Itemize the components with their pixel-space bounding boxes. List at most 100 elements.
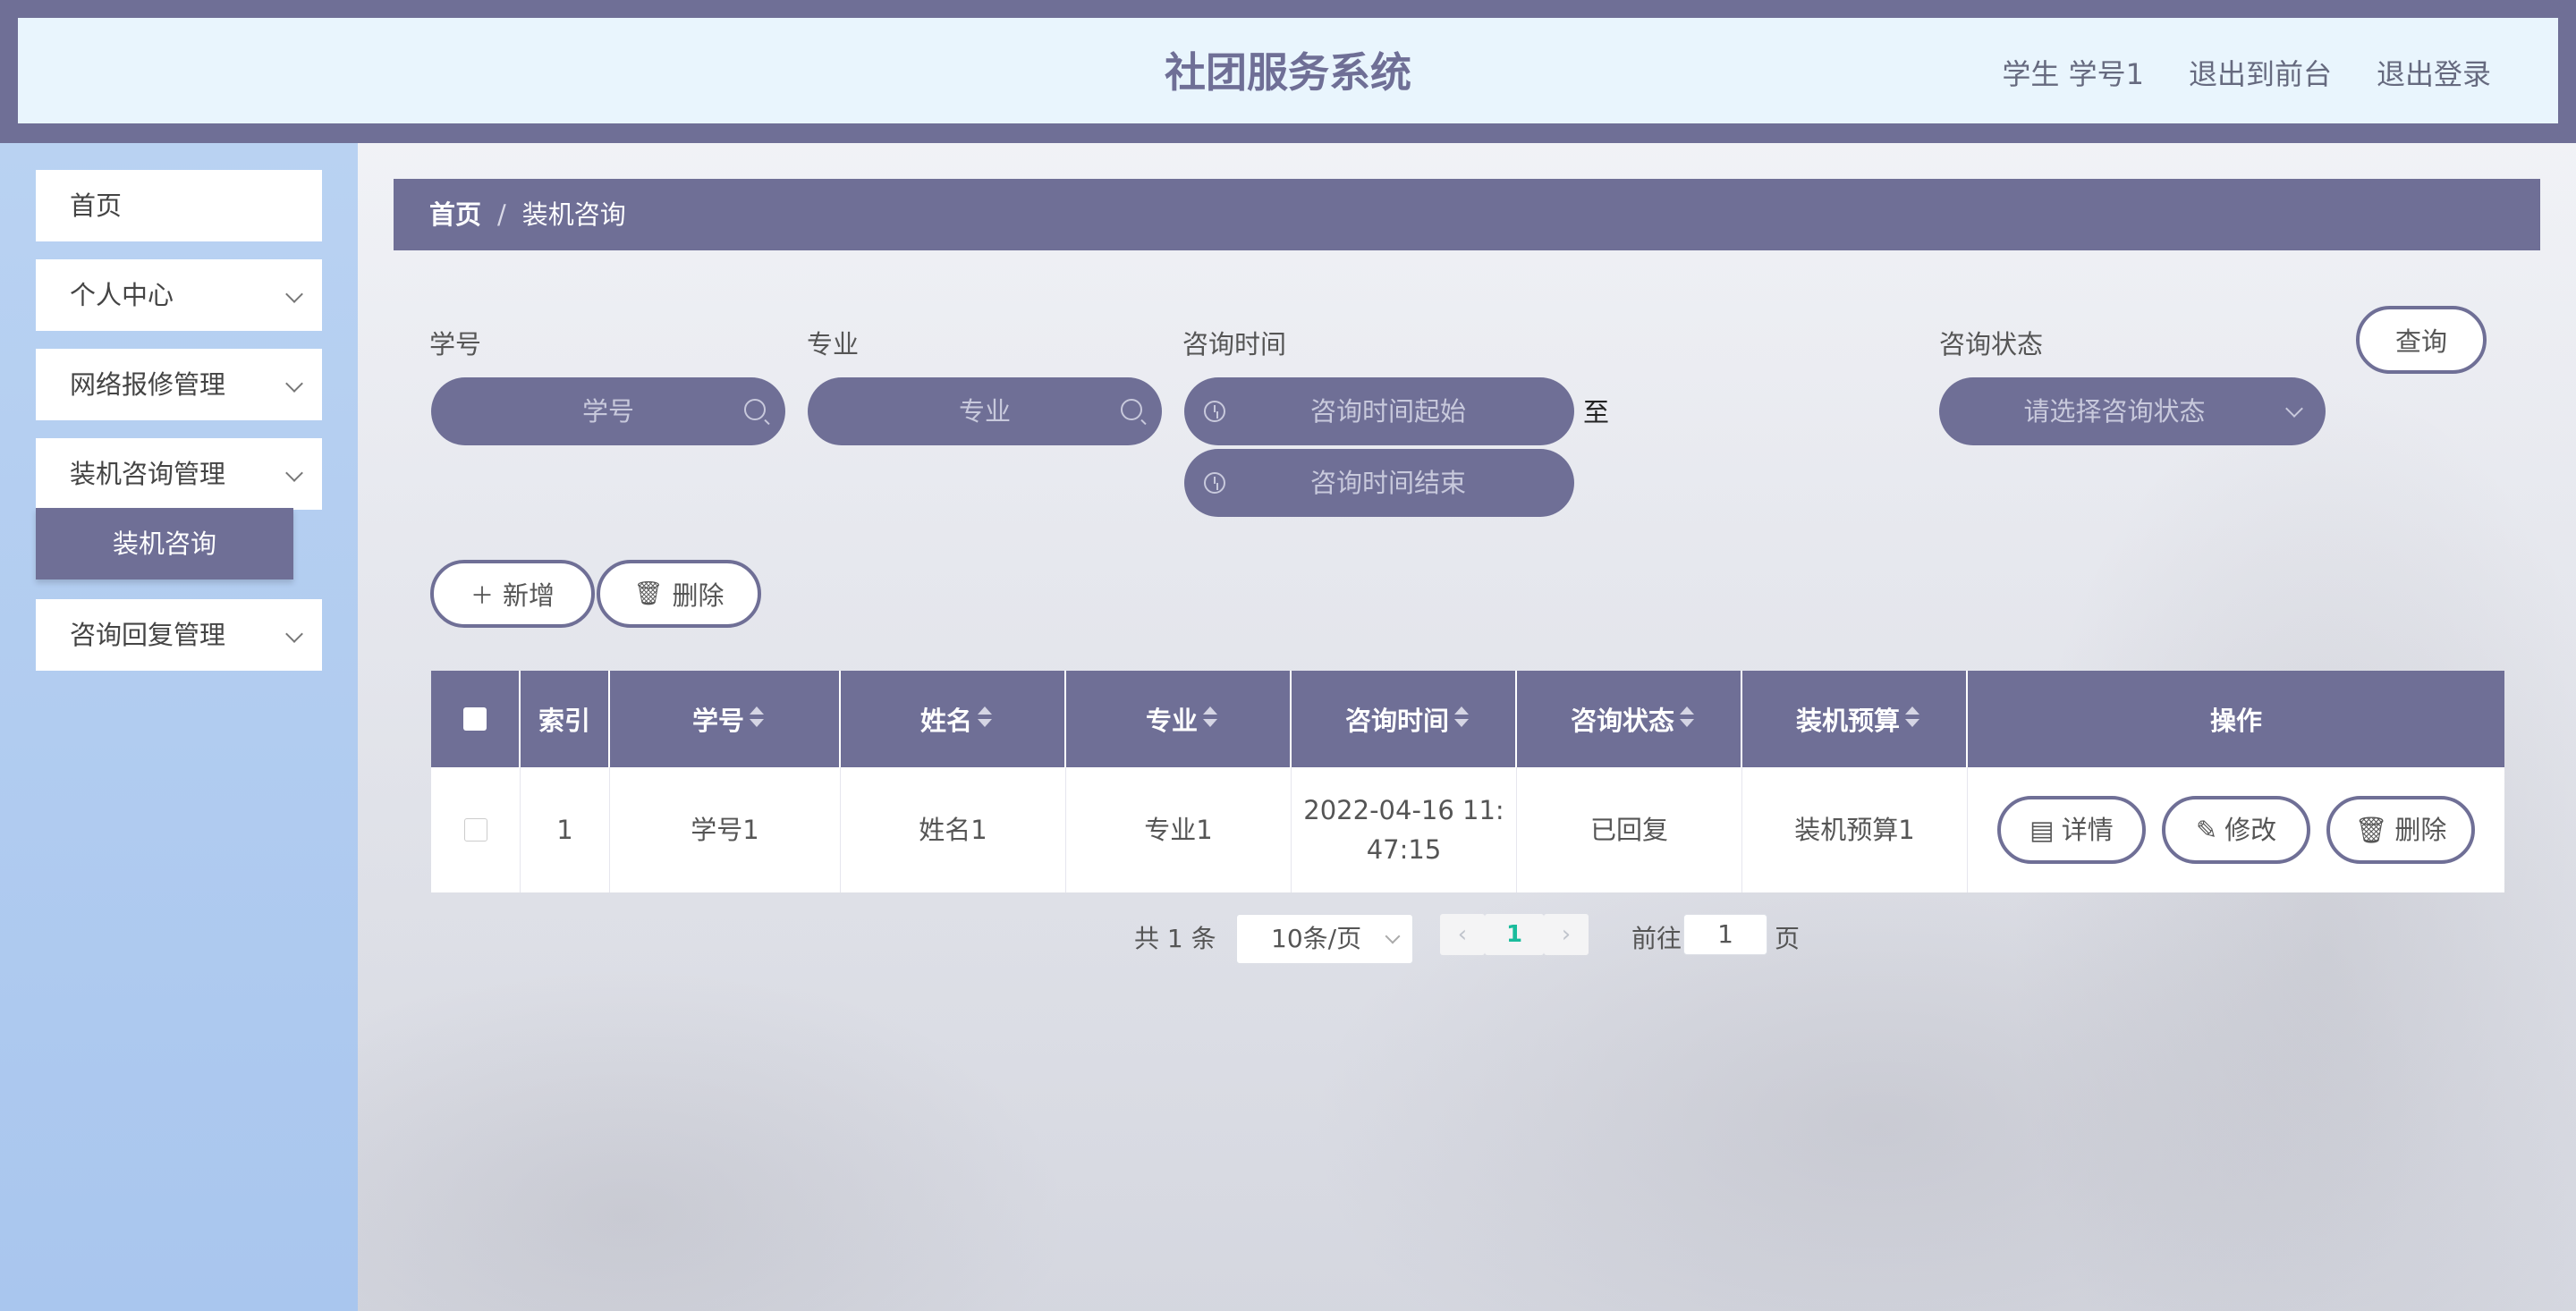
column-header-time[interactable]: 咨询时间 (1292, 671, 1517, 767)
add-button-label: 新增 (503, 580, 555, 611)
row-delete-button-label: 删除 (2394, 815, 2447, 845)
column-header-label: 专业 (1145, 706, 1198, 736)
delete-button[interactable]: 🗑 删除 (597, 560, 761, 628)
page-size-select[interactable]: 10条/页 (1236, 914, 1413, 964)
add-button[interactable]: ＋ 新增 (430, 560, 595, 628)
chevron-down-icon (285, 625, 303, 643)
column-header-label: 索引 (538, 706, 590, 736)
sidebar-item-label: 网络报修管理 (70, 369, 226, 400)
table-row: 1 学号1 姓名1 专业1 2022-04-16 11: 47:15 已回复 装… (431, 767, 2504, 892)
search-icon (1121, 399, 1142, 420)
row-checkbox-cell (431, 767, 521, 892)
column-header-name[interactable]: 姓名 (841, 671, 1066, 767)
chevron-down-icon (285, 464, 303, 482)
user-label: 学生 学号1 (2002, 57, 2144, 91)
sidebar-item-repair-management[interactable]: 网络报修管理 (36, 349, 322, 420)
query-button[interactable]: 查询 (2356, 306, 2487, 374)
column-header-index: 索引 (521, 671, 610, 767)
date-range-separator: 至 (1583, 397, 1610, 427)
logout-link[interactable]: 退出登录 (2377, 52, 2491, 93)
goto-label: 前往 (1631, 924, 1682, 953)
chevron-down-icon (285, 375, 303, 393)
page-suffix: 页 (1775, 924, 1801, 953)
table-header: 索引 学号 姓名 专业 咨询时间 咨询状态 装机预算 操作 (431, 671, 2504, 767)
chevron-left-icon: ‹ (1457, 921, 1468, 948)
chevron-down-icon (1385, 928, 1401, 944)
page-number-current[interactable]: 1 (1485, 914, 1544, 955)
header-links: 学生 学号1 退出到前台 退出登录 (2002, 0, 2491, 145)
edit-icon: ✎ (2195, 815, 2218, 845)
plus-icon: ＋ (470, 582, 494, 610)
column-header-student-id[interactable]: 学号 (610, 671, 841, 767)
major-input[interactable]: 专业 (808, 377, 1162, 445)
clock-icon (1204, 401, 1225, 422)
cell-major: 专业1 (1066, 767, 1292, 892)
column-header-label: 咨询时间 (1344, 706, 1449, 736)
sidebar-item-home[interactable]: 首页 (36, 170, 322, 241)
document-icon: ▤ (2029, 815, 2055, 845)
chevron-down-icon (285, 285, 303, 303)
column-header-label: 咨询状态 (1570, 706, 1674, 736)
consult-time-label: 咨询时间 (1182, 329, 1287, 359)
sidebar-item-label: 首页 (70, 190, 123, 221)
cell-budget: 装机预算1 (1742, 767, 1968, 892)
exit-to-frontend-link[interactable]: 退出到前台 (2189, 52, 2332, 93)
chevron-down-icon (2285, 400, 2303, 418)
column-header-label: 姓名 (919, 706, 972, 736)
edit-button-label: 修改 (2224, 815, 2277, 845)
detail-button[interactable]: ▤ 详情 (1997, 796, 2146, 864)
row-checkbox[interactable] (463, 818, 487, 842)
sidebar-item-label: 个人中心 (70, 280, 174, 310)
chevron-right-icon: › (1561, 921, 1572, 948)
student-id-input[interactable]: 学号 (431, 377, 785, 445)
student-id-placeholder: 学号 (581, 396, 634, 427)
header-checkbox-cell (431, 671, 521, 767)
trash-icon: 🗑 (633, 580, 664, 607)
consult-time-start-input[interactable]: 咨询时间起始 (1184, 377, 1574, 445)
sidebar-item-personal-center[interactable]: 个人中心 (36, 259, 322, 331)
breadcrumb: 首页 / 装机咨询 (394, 179, 2540, 250)
consult-time-end-input[interactable]: 咨询时间结束 (1184, 449, 1574, 517)
column-header-status[interactable]: 咨询状态 (1517, 671, 1742, 767)
edit-button[interactable]: ✎ 修改 (2162, 796, 2310, 864)
sidebar-item-reply-management[interactable]: 咨询回复管理 (36, 599, 322, 671)
prev-page-button[interactable]: ‹ (1440, 914, 1485, 955)
clock-icon (1204, 472, 1225, 494)
consult-time-start-placeholder: 咨询时间起始 (1309, 396, 1466, 427)
sidebar-subitem-install-consult[interactable]: 装机咨询 (36, 508, 293, 579)
search-icon (744, 399, 766, 420)
sidebar-item-label: 装机咨询管理 (70, 459, 226, 489)
column-header-budget[interactable]: 装机预算 (1742, 671, 1968, 767)
cell-time: 2022-04-16 11: 47:15 (1292, 767, 1517, 892)
column-header-label: 装机预算 (1795, 706, 1900, 736)
sidebar-item-install-consult-management[interactable]: 装机咨询管理 (36, 438, 322, 510)
cell-index: 1 (521, 767, 610, 892)
trash-icon: 🗑 (2354, 815, 2388, 845)
goto-page-input[interactable]: 1 (1683, 914, 1767, 955)
query-button-label: 查询 (2394, 326, 2447, 357)
column-header-label: 操作 (2209, 706, 2262, 736)
cell-time-line1: 2022-04-16 11: (1303, 795, 1504, 825)
student-id-label: 学号 (429, 329, 482, 359)
pagination-total: 共 1 条 (1134, 924, 1216, 953)
column-header-major[interactable]: 专业 (1066, 671, 1292, 767)
detail-button-label: 详情 (2061, 815, 2114, 845)
delete-button-label: 删除 (672, 580, 724, 611)
consult-status-select[interactable]: 请选择咨询状态 (1939, 377, 2326, 445)
cell-status: 已回复 (1517, 767, 1742, 892)
column-header-label: 学号 (691, 706, 744, 736)
row-delete-button[interactable]: 🗑 删除 (2326, 796, 2475, 864)
column-header-actions: 操作 (1968, 671, 2504, 767)
cell-time-line2: 47:15 (1366, 834, 1442, 865)
major-label: 专业 (807, 329, 860, 359)
cell-name: 姓名1 (841, 767, 1066, 892)
cell-actions: ▤ 详情 ✎ 修改 🗑 删除 (1968, 767, 2504, 892)
breadcrumb-current: 装机咨询 (521, 199, 626, 230)
major-placeholder: 专业 (958, 396, 1011, 427)
next-page-button[interactable]: › (1544, 914, 1589, 955)
consult-status-label: 咨询状态 (1939, 329, 2044, 359)
page-size-value: 10条/页 (1271, 924, 1362, 953)
sidebar-item-label: 咨询回复管理 (70, 620, 226, 650)
breadcrumb-home[interactable]: 首页 (429, 199, 481, 230)
select-all-checkbox[interactable] (463, 707, 487, 731)
